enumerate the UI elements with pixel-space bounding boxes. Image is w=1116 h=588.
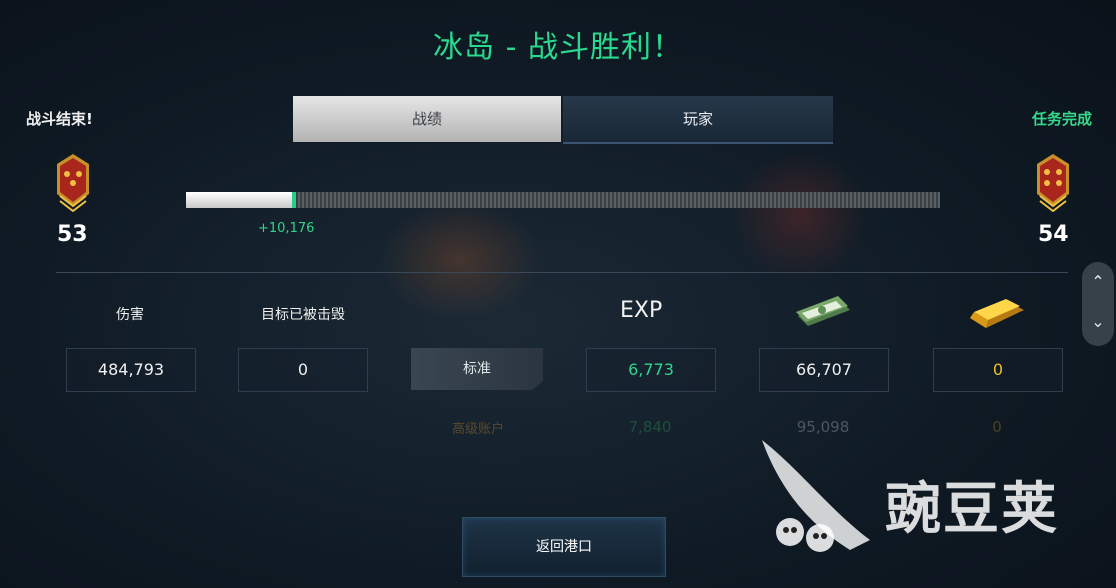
destroyed-value: 0: [238, 348, 368, 392]
xp-progress-bar: [186, 192, 940, 208]
current-level: 53: [57, 222, 88, 247]
background-glow: [380, 200, 540, 320]
damage-value: 484,793: [66, 348, 196, 392]
standard-gold: 0: [933, 348, 1063, 392]
premium-exp: 7,840: [628, 418, 672, 436]
cash-icon: [796, 296, 850, 326]
battle-over-label: 战斗结束!: [26, 110, 93, 128]
standard-cash: 66,707: [759, 348, 889, 392]
scroll-control[interactable]: ⌃ ⌄: [1082, 262, 1114, 346]
premium-label: 高级账户: [451, 422, 504, 437]
rank-insignia-icon: [57, 154, 89, 212]
xp-progress-fill: [186, 192, 296, 208]
chevron-up-icon[interactable]: ⌃: [1082, 272, 1114, 291]
tab-stats[interactable]: 战绩: [293, 96, 561, 142]
mission-complete-label: 任务完成: [1031, 110, 1092, 128]
page-title: 冰岛 - 战斗胜利！: [433, 30, 683, 65]
xp-gained: +10,176: [258, 221, 315, 236]
return-to-port-button[interactable]: 返回港口: [462, 517, 666, 577]
standard-label: 标准: [411, 348, 543, 390]
damage-label: 伤害: [116, 307, 144, 323]
watermark-text: 豌豆荚: [885, 477, 1059, 542]
standard-exp: 6,773: [586, 348, 716, 392]
background-glow: [730, 150, 870, 280]
rank-insignia-icon: [1037, 154, 1069, 212]
tab-players[interactable]: 玩家: [563, 96, 833, 144]
gold-bar-icon: [970, 299, 1024, 328]
divider: [56, 272, 1068, 273]
chevron-down-icon[interactable]: ⌄: [1082, 312, 1114, 331]
destroyed-label: 目标已被击毁: [261, 307, 345, 323]
next-level: 54: [1038, 222, 1069, 247]
exp-header: EXP: [620, 298, 663, 323]
